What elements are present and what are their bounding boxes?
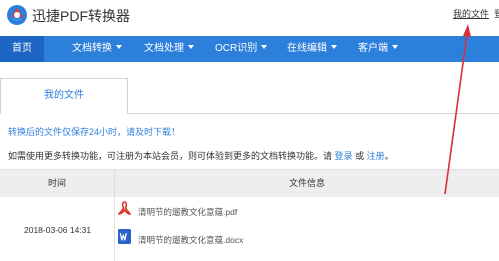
app-logo-icon bbox=[7, 5, 27, 25]
register-link[interactable]: 注册 bbox=[367, 151, 385, 161]
member-notice: 如需使用更多转换功能，可注册为本站会员，则可体验到更多的文档转换功能。请 登录 … bbox=[8, 149, 394, 162]
nav-client[interactable]: 客户端 bbox=[358, 36, 398, 62]
pdf-icon bbox=[118, 201, 131, 215]
caret-down-icon bbox=[188, 45, 194, 50]
or-text: 或 bbox=[355, 151, 365, 161]
word-icon bbox=[118, 229, 131, 244]
nav-home-label: 首页 bbox=[12, 43, 32, 54]
column-divider bbox=[114, 197, 115, 261]
nav-client-label: 客户端 bbox=[358, 43, 388, 54]
caret-down-icon bbox=[392, 45, 398, 50]
my-files-link[interactable]: 我的文件 bbox=[453, 7, 489, 20]
nav-online-edit[interactable]: 在线编辑 bbox=[287, 36, 337, 62]
row-time: 2018-03-06 14:31 bbox=[24, 225, 92, 235]
nav-online-edit-label: 在线编辑 bbox=[287, 43, 327, 54]
nav-ocr[interactable]: OCR识别 bbox=[215, 36, 268, 62]
files-table-header: 时间 文件信息 bbox=[0, 169, 499, 198]
nav-doc-process-label: 文档处理 bbox=[144, 43, 184, 54]
app-header: 迅捷PDF转换器 我的文件 登 bbox=[0, 0, 499, 36]
retention-notice: 转换后的文件仅保存24小时，请及时下载！ bbox=[8, 127, 181, 137]
nav-doc-process[interactable]: 文档处理 bbox=[144, 36, 194, 62]
login-link-partial[interactable]: 登 bbox=[494, 7, 499, 20]
nav-ocr-label: OCR识别 bbox=[215, 43, 258, 54]
nav-doc-convert[interactable]: 文档转换 bbox=[72, 36, 122, 62]
main-nav: 首页 文档转换 文档处理 OCR识别 在线编辑 客户端 bbox=[0, 36, 499, 62]
caret-down-icon bbox=[116, 45, 122, 50]
column-header-file-info: 文件信息 bbox=[114, 170, 499, 198]
period-text: 。 bbox=[384, 151, 394, 161]
app-title: 迅捷PDF转换器 bbox=[32, 8, 130, 24]
tab-my-files[interactable]: 我的文件 bbox=[0, 78, 128, 114]
caret-down-icon bbox=[331, 45, 337, 50]
nav-home[interactable]: 首页 bbox=[0, 36, 44, 62]
member-notice-text: 如需使用更多转换功能，可注册为本站会员，则可体验到更多的文档转换功能。请 bbox=[8, 151, 333, 161]
file-name: 清明节的遛教文化意蕴.docx bbox=[138, 235, 244, 245]
column-header-time: 时间 bbox=[47, 178, 66, 188]
file-name: 清明节的遛教文化意蕴.pdf bbox=[138, 207, 238, 217]
caret-down-icon bbox=[261, 45, 268, 50]
nav-doc-convert-label: 文档转换 bbox=[72, 43, 112, 54]
login-link[interactable]: 登录 bbox=[335, 151, 353, 161]
